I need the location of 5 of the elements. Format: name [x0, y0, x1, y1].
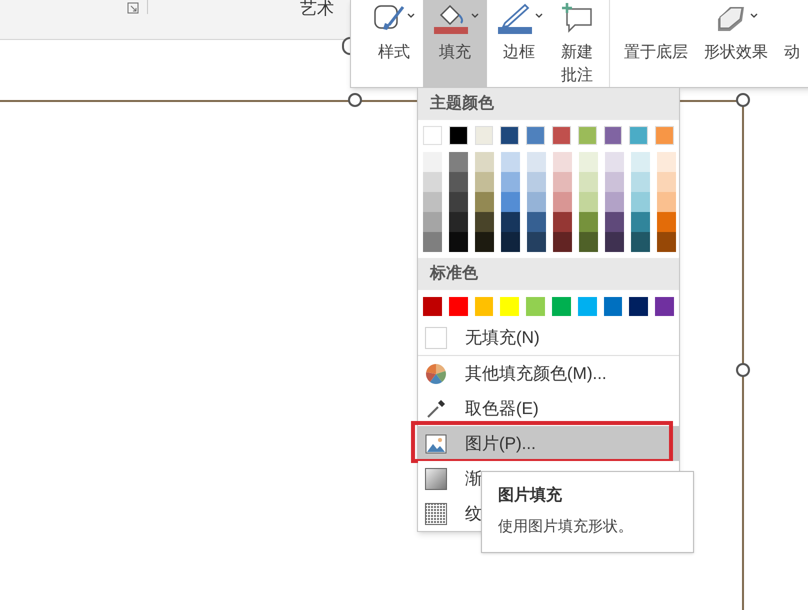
standard-colors-header: 标准色: [418, 258, 679, 290]
tooltip-title: 图片填充: [498, 485, 563, 506]
tooltip-text: 使用图片填充形状。: [498, 517, 634, 537]
group-label: 艺术: [300, 0, 334, 20]
theme-colors-header: 主题颜色: [418, 88, 679, 120]
